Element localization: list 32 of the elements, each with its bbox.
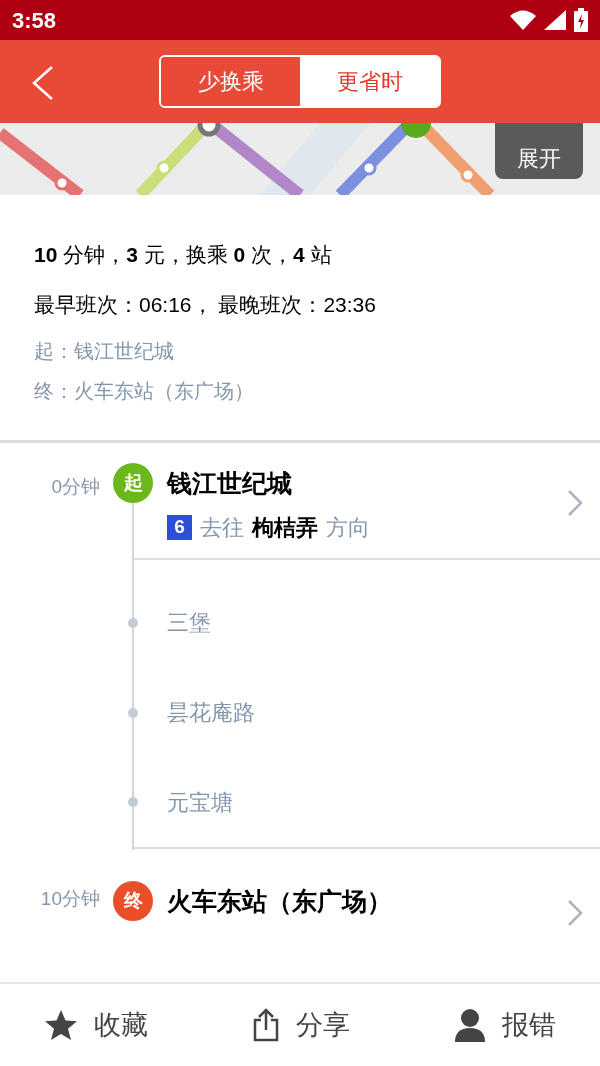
destination-text: 终：火车东站（东广场） — [34, 379, 255, 404]
stop-name: 昙花庵路 — [167, 699, 255, 727]
signal-icon — [544, 10, 566, 30]
schedule-text: 最早班次：06:16， 最晚班次：23:36 — [34, 292, 377, 318]
time-label: 0分钟 — [51, 475, 100, 499]
stop-name: 三堡 — [167, 609, 211, 638]
back-icon[interactable] — [30, 65, 54, 101]
stop-name: 元宝塘 — [167, 788, 233, 817]
share-icon — [252, 1008, 280, 1042]
star-icon — [44, 1009, 78, 1041]
battery-icon — [574, 8, 588, 32]
wifi-icon — [510, 10, 536, 30]
favorite-button[interactable]: 收藏 — [44, 1004, 148, 1046]
direction-label: 方向 — [326, 514, 370, 542]
station-badge: 终 — [113, 881, 153, 921]
origin-text: 起：钱江世纪城 — [34, 339, 175, 364]
station-badge: 起 — [113, 463, 153, 503]
report-button[interactable]: 报错 — [454, 1004, 556, 1046]
user-icon — [454, 1008, 486, 1042]
time-label: 10分钟 — [40, 887, 100, 911]
tab[interactable]: 更省时 — [300, 57, 439, 106]
share-button[interactable]: 分享 — [252, 1004, 350, 1046]
station-name[interactable]: 火车东站（东广场） — [167, 883, 392, 921]
terminus-name: 枸桔弄 — [252, 514, 318, 542]
status-time: 3:58 — [12, 6, 57, 35]
station-name[interactable]: 钱江世纪城 — [167, 465, 292, 503]
chevron-icon[interactable] — [567, 489, 583, 517]
toward-label: 去往 — [200, 514, 244, 542]
expand-button[interactable]: 展开 — [495, 123, 583, 179]
chevron-icon[interactable] — [567, 899, 583, 927]
route-summary: 10 分钟，3 元，换乘 0 次，4 站 — [34, 242, 333, 268]
line-badge: 6 — [167, 515, 192, 540]
